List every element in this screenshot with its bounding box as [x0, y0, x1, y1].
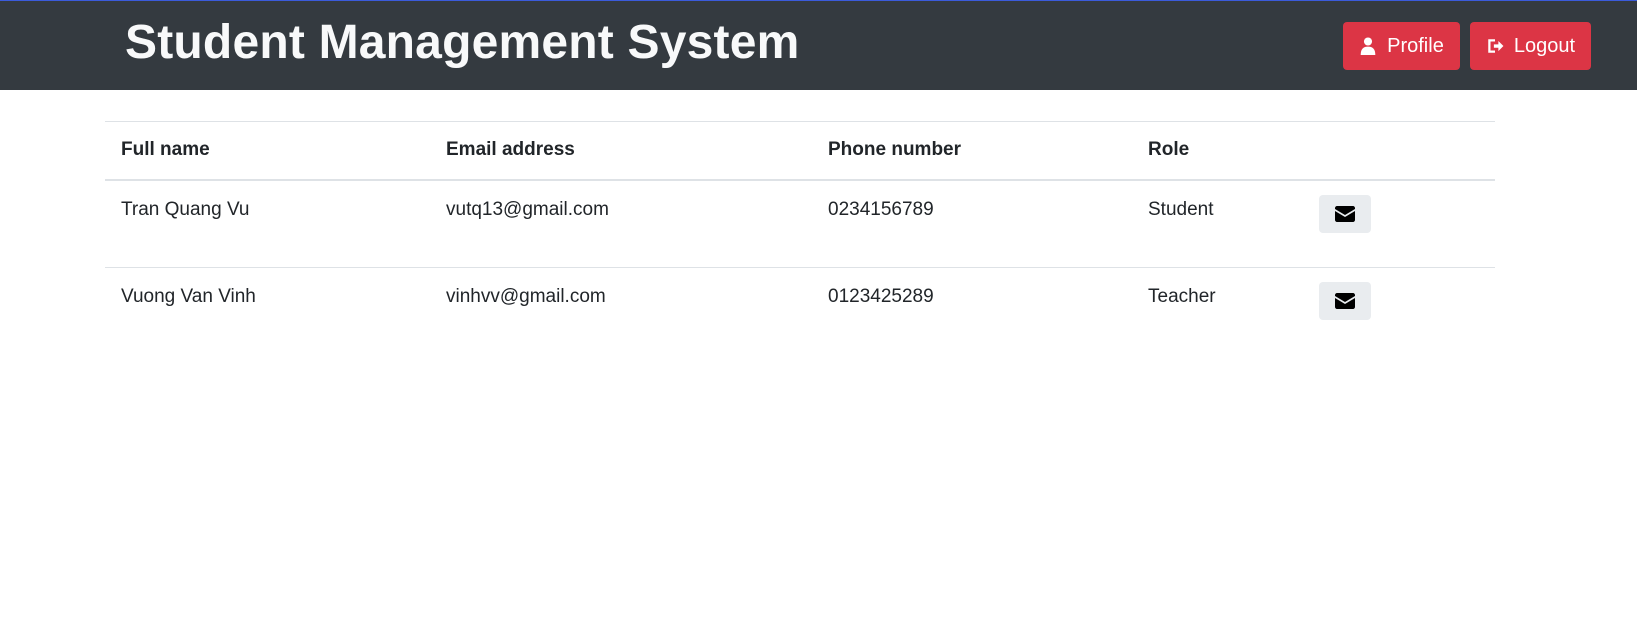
- envelope-icon: [1335, 293, 1355, 309]
- column-header-actions: [1319, 121, 1495, 181]
- column-header-phone: Phone number: [812, 121, 1132, 181]
- cell-role: Teacher: [1148, 286, 1216, 307]
- column-header-email: Email address: [430, 121, 812, 181]
- cell-actions: [1319, 179, 1495, 268]
- sign-out-icon: [1486, 37, 1504, 55]
- column-header-full-name: Full name: [105, 121, 430, 181]
- app-title: Student Management System: [125, 16, 800, 69]
- users-table-container: Full name Email address Phone number Rol…: [105, 121, 1495, 356]
- profile-button-label: Profile: [1387, 34, 1444, 57]
- send-email-button[interactable]: [1319, 194, 1371, 233]
- cell-full-name: Tran Quang Vu: [105, 179, 430, 268]
- user-icon: [1359, 37, 1377, 55]
- table-header-row: Full name Email address Phone number Rol…: [105, 121, 1495, 181]
- logout-button[interactable]: Logout: [1469, 22, 1591, 70]
- cell-full-name: Vuong Van Vinh: [121, 286, 256, 307]
- logout-button-label: Logout: [1513, 34, 1575, 57]
- envelope-icon: [1335, 205, 1355, 222]
- cell-email: vinhvv@gmail.com: [446, 286, 606, 307]
- cell-role: Student: [1132, 179, 1319, 268]
- nav-actions: Profile Logout: [1343, 22, 1591, 70]
- cell-actions: [1319, 268, 1495, 356]
- cell-email: vutq13@gmail.com: [430, 179, 812, 268]
- cell-phone: 0123425289: [828, 286, 934, 307]
- top-navbar: Student Management System Profile Logout: [0, 0, 1637, 90]
- column-header-role: Role: [1132, 121, 1319, 181]
- table-row: Tran Quang Vu vutq13@gmail.com 023415678…: [105, 179, 1495, 268]
- users-table: Full name Email address Phone number Rol…: [105, 121, 1495, 356]
- send-email-button[interactable]: [1319, 282, 1371, 320]
- table-row: Vuong Van Vinh vinhvv@gmail.com 01234252…: [105, 268, 1495, 356]
- profile-button[interactable]: Profile: [1343, 22, 1460, 70]
- cell-phone: 0234156789: [812, 179, 1132, 268]
